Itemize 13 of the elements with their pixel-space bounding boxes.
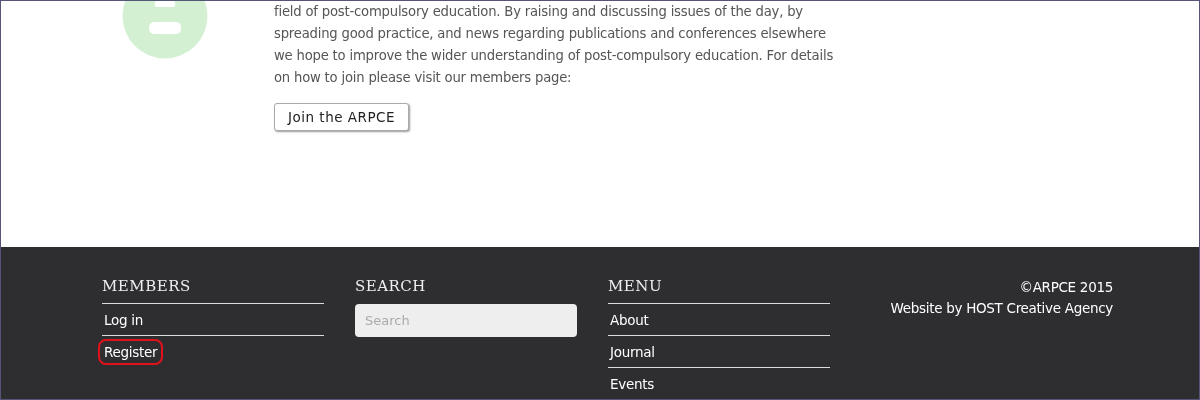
search-field[interactable]: Search xyxy=(355,304,577,337)
section-heading: MEMBERS xyxy=(102,277,324,304)
footer-link[interactable]: Events xyxy=(604,370,660,397)
section-heading: SEARCH xyxy=(355,277,427,297)
footer-link[interactable]: Journal xyxy=(604,338,661,365)
copyright-text: ©ARPCE 2015 xyxy=(1018,278,1113,297)
footer-link[interactable]: About xyxy=(604,306,655,333)
join-button[interactable]: Join the ARPCE xyxy=(274,103,409,131)
intro-paragraph: field of post-compulsory education. By raising and discussing issues of the day, by spreading good practice, and news regarding publications and conferences elsewhere we hope to improve the wider understanding of post-compulsory education. For details on how to join please visit our members page: xyxy=(274,3,834,87)
footer-link[interactable]: Log in xyxy=(98,306,149,333)
credit-text: Website by HOST Creative Agency xyxy=(889,299,1113,318)
footer-link[interactable]: Register xyxy=(98,338,164,365)
section-heading: MENU xyxy=(608,277,830,304)
